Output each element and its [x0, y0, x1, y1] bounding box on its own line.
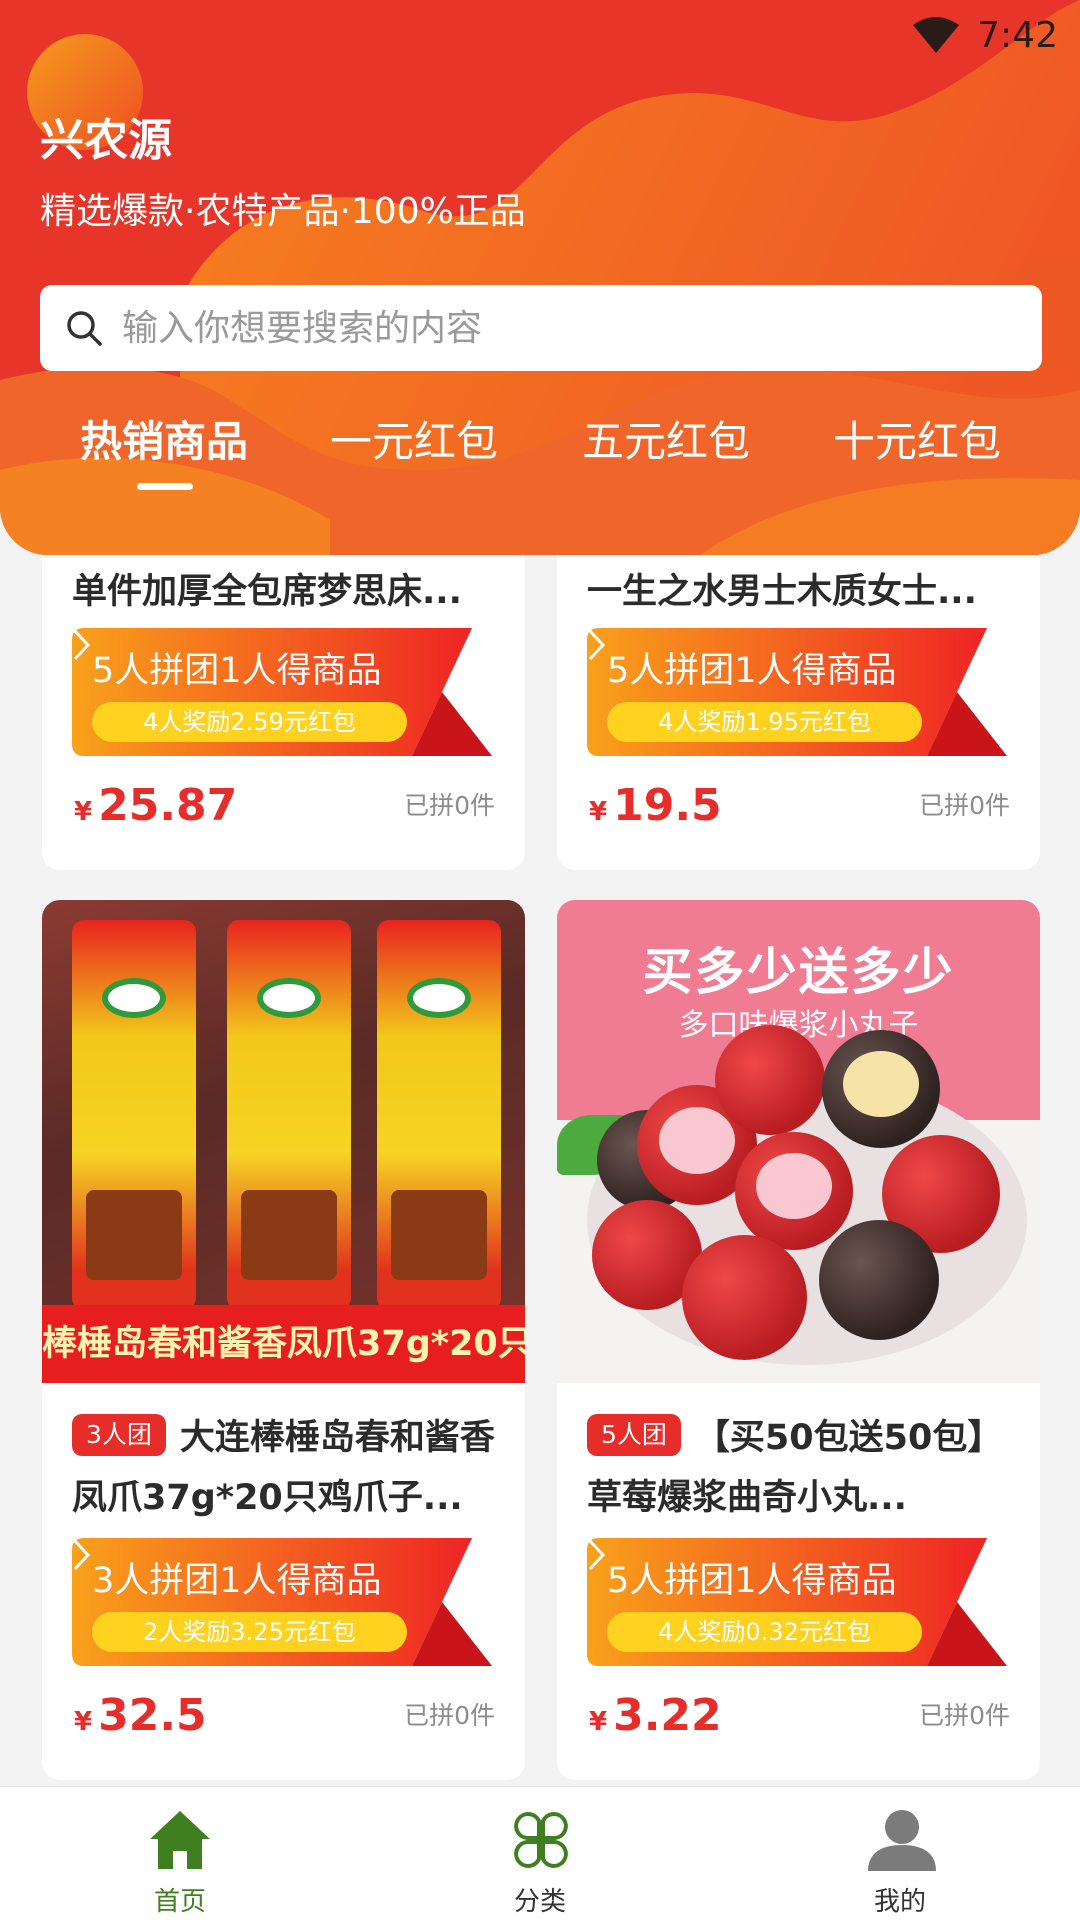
chevron-right-icon: [73, 629, 91, 661]
wifi-icon: [913, 17, 960, 53]
product-image-headline: 买多少送多少: [642, 943, 955, 1001]
sold-count: 已拼0件: [919, 1701, 1010, 1730]
home-icon: [150, 1811, 210, 1869]
product-title: 5人团 【买50包送50包】草莓爆浆曲奇小丸...: [587, 1408, 1012, 1528]
group-size-badge: 3人团: [72, 1414, 166, 1456]
product-image[interactable]: 买多少送多少 多口味爆浆小丸子: [557, 900, 1040, 1383]
product-title: 一生之水男士木质女士...: [587, 572, 977, 612]
product-pack: [227, 920, 351, 1310]
nav-category-label: 分类: [513, 1887, 566, 1917]
cookie-ball: [682, 1235, 807, 1360]
reward-pill: 4人奖励2.59元红包: [92, 702, 407, 742]
nav-profile-label: 我的: [873, 1887, 926, 1917]
app-title: 兴农源: [40, 115, 172, 166]
tab-ten-yuan-red-packet[interactable]: 十元红包: [833, 408, 1001, 469]
price-value: 19.5: [613, 780, 722, 831]
group-buy-banner[interactable]: 3人拼团1人得商品 2人奖励3.25元红包: [72, 1538, 492, 1666]
group-buy-title: 5人拼团1人得商品: [607, 651, 897, 691]
product-price: ¥3.22: [589, 1690, 722, 1741]
tab-hot-products[interactable]: 热销商品: [80, 408, 248, 469]
status-bar: 7:42: [913, 10, 1058, 60]
sold-count: 已拼0件: [404, 791, 495, 820]
chevron-right-icon: [588, 1539, 606, 1571]
header: 7:42 兴农源 精选爆款·农特产品·100%正品 热销商品 一元红包 五元红包…: [0, 0, 1080, 555]
currency-symbol: ¥: [74, 1707, 93, 1737]
group-buy-banner[interactable]: 5人拼团1人得商品 4人奖励1.95元红包: [587, 628, 1007, 756]
currency-symbol: ¥: [74, 797, 93, 827]
product-pack: [72, 920, 196, 1310]
bottom-navigation: 首页 分类 我的: [0, 1786, 1080, 1920]
search-input[interactable]: [122, 307, 1002, 349]
cookie-ball: [822, 1030, 940, 1148]
tab-one-yuan-red-packet[interactable]: 一元红包: [330, 408, 498, 469]
app-slogan: 精选爆款·农特产品·100%正品: [40, 191, 526, 232]
cookie-ball: [819, 1220, 939, 1340]
search-bar[interactable]: [40, 285, 1042, 371]
status-time: 7:42: [977, 14, 1058, 56]
product-card[interactable]: 棒棰岛春和酱香凤爪37g*20只 3人团 大连棒棰岛春和酱香凤爪37g*20只鸡爪…: [42, 900, 525, 1780]
currency-symbol: ¥: [589, 1707, 608, 1737]
product-image[interactable]: 棒棰岛春和酱香凤爪37g*20只: [42, 900, 525, 1383]
product-price: ¥25.87: [74, 780, 237, 831]
product-title: 3人团 大连棒棰岛春和酱香凤爪37g*20只鸡爪子...: [72, 1408, 497, 1528]
reward-pill: 2人奖励3.25元红包: [92, 1612, 407, 1652]
profile-icon: [868, 1810, 936, 1871]
category-icon: [514, 1812, 568, 1868]
product-card[interactable]: 买多少送多少 多口味爆浆小丸子 5人团 【买50包送50包】草莓爆浆曲奇小丸...…: [557, 900, 1040, 1780]
group-buy-title: 3人拼团1人得商品: [92, 1561, 382, 1601]
sold-count: 已拼0件: [919, 791, 1010, 820]
currency-symbol: ¥: [589, 797, 608, 827]
nav-home[interactable]: 首页: [80, 1787, 280, 1920]
chevron-right-icon: [588, 629, 606, 661]
nav-category[interactable]: 分类: [440, 1787, 640, 1920]
product-title: 单件加厚全包席梦思床...: [72, 572, 462, 612]
group-buy-title: 5人拼团1人得商品: [92, 651, 382, 691]
product-price: ¥19.5: [589, 780, 722, 831]
nav-profile[interactable]: 我的: [800, 1787, 1000, 1920]
chevron-right-icon: [73, 1539, 91, 1571]
product-card[interactable]: 一生之水男士木质女士... 5人拼团1人得商品 4人奖励1.95元红包 ¥19.…: [557, 500, 1040, 870]
group-buy-title: 5人拼团1人得商品: [607, 1561, 897, 1601]
product-price: ¥32.5: [74, 1690, 207, 1741]
reward-pill: 4人奖励1.95元红包: [607, 702, 922, 742]
active-tab-indicator: [137, 483, 193, 490]
product-pack: [377, 920, 501, 1310]
group-size-badge: 5人团: [587, 1414, 681, 1456]
sold-count: 已拼0件: [404, 1701, 495, 1730]
cookie-ball: [735, 1132, 853, 1250]
group-buy-banner[interactable]: 5人拼团1人得商品 4人奖励2.59元红包: [72, 628, 492, 756]
group-buy-banner[interactable]: 5人拼团1人得商品 4人奖励0.32元红包: [587, 1538, 1007, 1666]
product-card[interactable]: 单件加厚全包席梦思床... 5人拼团1人得商品 4人奖励2.59元红包 ¥25.…: [42, 500, 525, 870]
product-image-caption: 棒棰岛春和酱香凤爪37g*20只: [42, 1305, 525, 1383]
search-icon: [64, 308, 104, 348]
price-value: 25.87: [98, 780, 238, 831]
price-value: 3.22: [613, 1690, 722, 1741]
tab-five-yuan-red-packet[interactable]: 五元红包: [582, 408, 750, 469]
nav-home-label: 首页: [153, 1887, 206, 1917]
cookie-ball: [715, 1025, 825, 1135]
price-value: 32.5: [98, 1690, 207, 1741]
category-tabs: 热销商品 一元红包 五元红包 十元红包: [0, 408, 1080, 488]
reward-pill: 4人奖励0.32元红包: [607, 1612, 922, 1652]
